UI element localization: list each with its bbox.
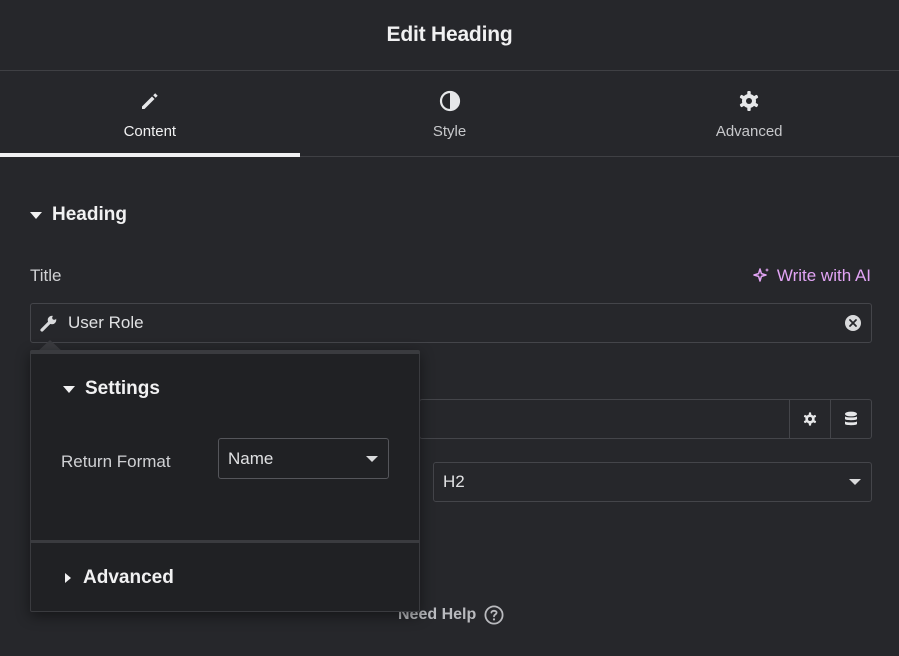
link-field[interactable] — [419, 399, 872, 439]
tab-style[interactable]: Style — [300, 71, 600, 156]
section-title: Heading — [52, 204, 127, 225]
tab-label: Style — [432, 123, 467, 140]
advanced-section-title: Advanced — [83, 567, 174, 588]
settings-section-title: Settings — [85, 378, 160, 399]
tab-advanced[interactable]: Advanced — [599, 71, 899, 156]
select-value: H2 — [443, 472, 465, 491]
clear-icon[interactable] — [845, 315, 861, 331]
write-with-ai-label: Write with AI — [776, 266, 871, 285]
select-value: Name — [228, 448, 274, 468]
advanced-section-toggle[interactable]: Advanced — [65, 567, 174, 589]
html-tag-select[interactable]: H2 — [433, 462, 872, 502]
chevron-down-icon — [849, 479, 861, 485]
dynamic-tag-value: User Role — [68, 313, 144, 332]
gear-icon — [740, 91, 759, 111]
caret-right-icon — [65, 573, 71, 583]
sparkle-icon — [753, 268, 769, 282]
tab-label: Advanced — [715, 123, 783, 140]
chevron-down-icon — [366, 455, 378, 462]
question-icon — [484, 605, 504, 625]
caret-down-icon — [63, 385, 75, 393]
link-settings-button[interactable] — [789, 400, 830, 438]
settings-section-toggle[interactable]: Settings — [63, 378, 160, 400]
title-field-label: Title — [30, 266, 62, 285]
return-format-label: Return Format — [61, 452, 171, 471]
tab-bar: Content Style Advanced — [0, 71, 899, 157]
dynamic-tags-button[interactable] — [830, 400, 871, 438]
pencil-icon — [141, 93, 158, 109]
database-icon — [845, 411, 857, 426]
tab-content[interactable]: Content — [0, 71, 300, 157]
gear-icon — [803, 412, 817, 426]
caret-down-icon — [30, 211, 42, 219]
heading-section-toggle[interactable]: Heading — [30, 204, 127, 226]
tab-label: Content — [123, 123, 177, 140]
title-dynamic-field[interactable]: User Role — [30, 303, 872, 343]
panel-title: Edit Heading — [386, 23, 513, 46]
contrast-icon — [439, 90, 460, 112]
wrench-icon — [40, 315, 57, 332]
dynamic-tag-settings-popover: Settings Return Format Name Advanced — [30, 350, 420, 612]
return-format-select[interactable]: Name — [218, 438, 389, 479]
divider — [31, 540, 419, 543]
write-with-ai-link[interactable]: Write with AI — [753, 266, 871, 286]
panel-header: Edit Heading — [0, 0, 899, 71]
